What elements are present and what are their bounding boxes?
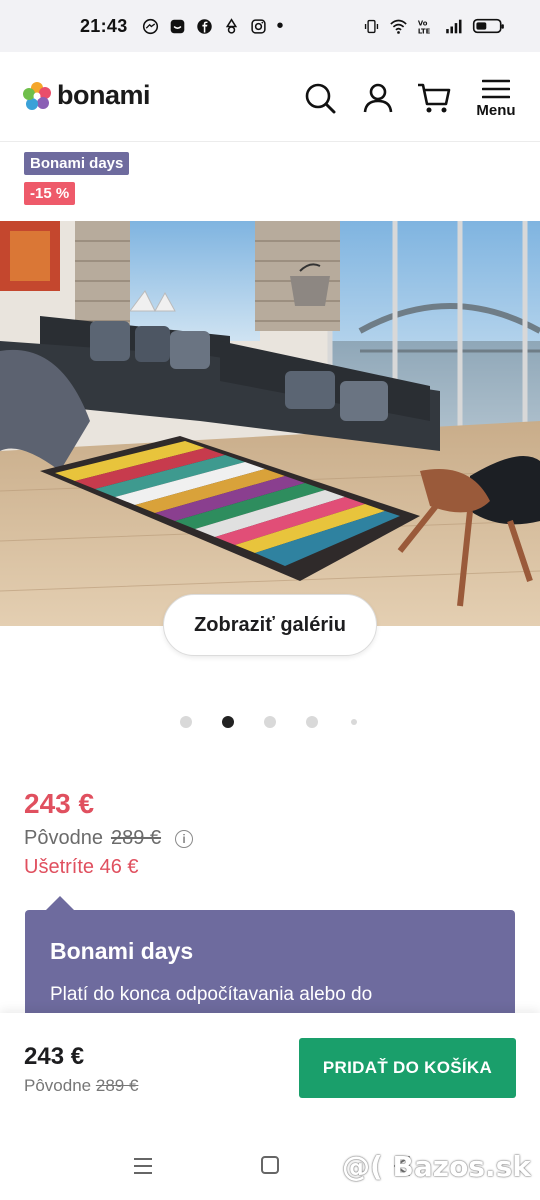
svg-text:Vo: Vo: [418, 19, 428, 27]
promo-text: Platí do konca odpočítavania alebo do: [50, 984, 373, 1005]
carousel-dot[interactable]: [351, 719, 357, 725]
vibrate-icon: [364, 19, 379, 33]
wifi-icon: [390, 19, 407, 34]
battery-icon: [472, 18, 504, 34]
search-icon: [305, 83, 336, 114]
product-image[interactable]: [0, 221, 540, 626]
user-icon: [363, 83, 393, 113]
carousel-dots: [0, 715, 540, 729]
promo-title: Bonami days: [50, 938, 194, 964]
promo-pointer: [46, 896, 74, 910]
promo-badge: Bonami days: [24, 152, 130, 175]
carousel-dot[interactable]: [180, 716, 192, 728]
status-system-icons: Vo LTE: [363, 17, 506, 35]
bonami-flower-icon: [23, 81, 51, 110]
sticky-cart-bar: 243 € Pôvodne 289 € PRIDAŤ DO KOŠÍKA: [0, 1013, 540, 1123]
sticky-original-price-row: Pôvodne 289 €: [24, 1076, 138, 1096]
original-price: 289 €: [110, 827, 162, 849]
bonami-logo[interactable]: bonami: [22, 80, 151, 111]
savings-text: Ušetríte 46 €: [24, 856, 139, 878]
volte-icon: VoLTE: [418, 19, 431, 35]
show-gallery-button[interactable]: Zobraziť galériu: [163, 594, 377, 656]
recent-apps-icon[interactable]: [132, 1155, 154, 1177]
hamburger-icon: [482, 79, 510, 99]
living-room-photo: [0, 221, 540, 626]
signal-icon: [446, 19, 462, 33]
bonami-notif-icon: [170, 19, 184, 33]
status-time: 21:43: [80, 15, 128, 36]
home-icon[interactable]: [260, 1155, 280, 1175]
status-notification-icons: •: [142, 15, 284, 38]
discount-badge: -15 %: [24, 182, 76, 205]
site-header: bonami Menu: [0, 52, 540, 142]
instagram-icon: [250, 18, 266, 34]
info-icon[interactable]: i: [175, 829, 194, 848]
add-to-cart-button[interactable]: PRIDAŤ DO KOŠÍKA: [299, 1038, 516, 1098]
status-bar: 21:43 • Vo LTE: [0, 0, 540, 52]
messenger-icon: [142, 18, 158, 34]
search-button[interactable]: [300, 78, 340, 118]
sticky-original-label: Pôvodne: [24, 1076, 92, 1095]
cart-button[interactable]: [414, 78, 454, 118]
facebook-icon: [196, 18, 212, 34]
menu-button[interactable]: Menu: [470, 78, 522, 119]
carousel-dot[interactable]: [306, 716, 318, 728]
carousel-dot[interactable]: [264, 716, 276, 728]
recycle-icon: [225, 17, 237, 34]
sticky-price: 243 €: [24, 1043, 85, 1070]
logo-text: bonami: [57, 80, 151, 110]
current-price: 243 €: [24, 788, 95, 819]
sticky-original-price: 289 €: [95, 1076, 139, 1095]
svg-text:LTE: LTE: [418, 27, 431, 35]
cart-icon: [418, 83, 451, 113]
status-more-dot: •: [276, 14, 284, 37]
carousel-dot-active[interactable]: [222, 716, 234, 728]
account-button[interactable]: [358, 78, 398, 118]
original-price-row: Pôvodne 289 € i: [24, 827, 194, 850]
original-price-label: Pôvodne: [24, 827, 103, 849]
menu-label: Menu: [476, 102, 516, 119]
bazos-watermark: @( Bazos.sk: [342, 1150, 531, 1183]
